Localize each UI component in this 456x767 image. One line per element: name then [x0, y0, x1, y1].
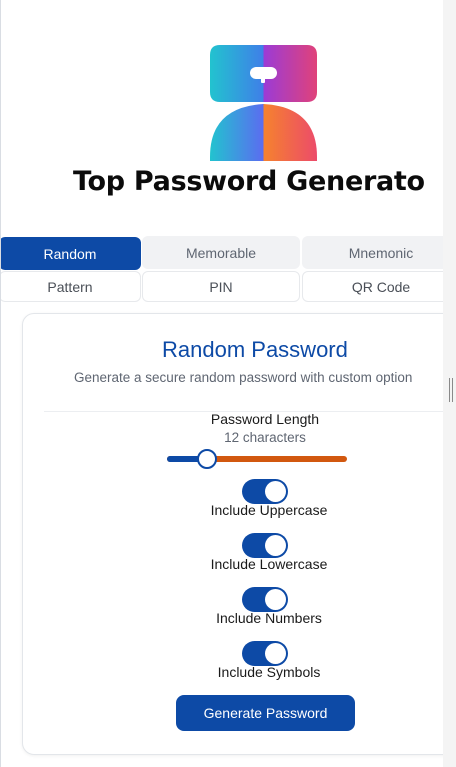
numbers-toggle[interactable] — [242, 587, 288, 612]
uppercase-toggle[interactable] — [242, 479, 288, 504]
tab-memorable[interactable]: Memorable — [142, 236, 300, 269]
generate-password-button[interactable]: Generate Password — [176, 695, 355, 731]
card-title: Random Password — [162, 337, 348, 362]
password-length-value: 12 characters — [224, 430, 306, 445]
tab-pattern[interactable]: Pattern — [1, 271, 141, 302]
lowercase-label: Include Lowercase — [210, 556, 328, 572]
tab-qr-code[interactable]: QR Code — [302, 271, 443, 302]
password-length-slider[interactable] — [167, 447, 347, 471]
card-subtitle: Generate a secure random password with c… — [74, 370, 413, 385]
slider-thumb[interactable] — [197, 449, 217, 469]
toggle-knob — [265, 535, 286, 556]
app-title: Top Password Generato — [73, 166, 425, 197]
scrollbar-grip-icon[interactable] — [449, 378, 453, 402]
tab-pin[interactable]: PIN — [142, 271, 300, 302]
symbols-label: Include Symbols — [217, 664, 321, 680]
toggle-knob — [265, 589, 286, 610]
toggle-knob — [265, 481, 286, 502]
uppercase-label: Include Uppercase — [210, 502, 328, 518]
symbols-toggle[interactable] — [242, 641, 288, 666]
lowercase-toggle[interactable] — [242, 533, 288, 558]
app-viewport: Top Password Generato Random Memorable M… — [0, 0, 443, 767]
tab-mnemonic[interactable]: Mnemonic — [302, 236, 443, 269]
toggle-knob — [265, 643, 286, 664]
password-length-label: Password Length — [210, 411, 320, 427]
tab-random[interactable]: Random — [1, 237, 141, 270]
app-logo — [210, 45, 317, 161]
numbers-label: Include Numbers — [216, 610, 322, 626]
